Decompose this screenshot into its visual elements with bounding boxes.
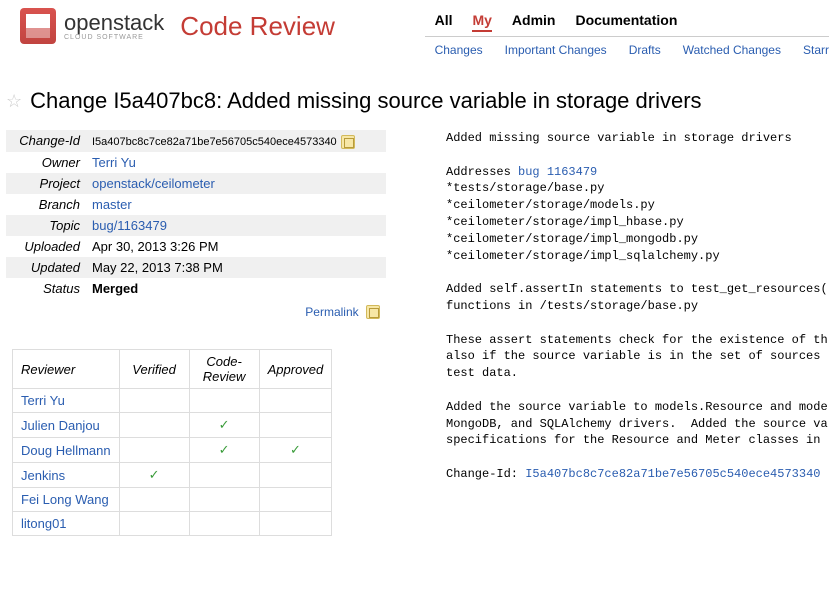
subnav-changes[interactable]: Changes bbox=[435, 43, 483, 57]
value-branch[interactable]: master bbox=[92, 197, 132, 212]
col-verified: Verified bbox=[119, 350, 189, 389]
change-metadata-table: Change-Id I5a407bc8c7ce82a71be7e56705c54… bbox=[6, 130, 386, 299]
nav-all[interactable]: All bbox=[435, 12, 453, 32]
commit-line: MongoDB, and SQLAlchemy drivers. Added t… bbox=[446, 417, 828, 431]
col-approved: Approved bbox=[259, 350, 332, 389]
reviewer-row: Fei Long Wang bbox=[13, 488, 332, 512]
commit-line: *tests/storage/base.py bbox=[446, 181, 604, 195]
label-change-id: Change-Id bbox=[6, 130, 86, 152]
approved-cell bbox=[259, 413, 332, 438]
verified-cell bbox=[119, 512, 189, 536]
value-uploaded: Apr 30, 2013 3:26 PM bbox=[86, 236, 386, 257]
commit-line: *ceilometer/storage/models.py bbox=[446, 198, 655, 212]
review-cell bbox=[189, 512, 259, 536]
commit-line: Addresses bbox=[446, 165, 518, 179]
reviewer-row: litong01 bbox=[13, 512, 332, 536]
reviewer-name[interactable]: Jenkins bbox=[21, 468, 65, 483]
commit-line: Added self.assertIn statements to test_g… bbox=[446, 282, 828, 296]
commit-line: specifications for the Resource and Mete… bbox=[446, 433, 828, 447]
brand-subtitle: CLOUD SOFTWARE bbox=[64, 34, 164, 41]
commit-line: functions in /tests/storage/base.py bbox=[446, 299, 698, 313]
nav-top: All My Admin Documentation bbox=[425, 12, 829, 36]
label-topic: Topic bbox=[6, 215, 86, 236]
reviewer-name[interactable]: Doug Hellmann bbox=[21, 443, 111, 458]
approved-cell: ✓ bbox=[259, 438, 332, 463]
commit-line: *ceilometer/storage/impl_mongodb.py bbox=[446, 232, 698, 246]
value-owner[interactable]: Terri Yu bbox=[92, 155, 136, 170]
review-cell bbox=[189, 463, 259, 488]
page-title: Change I5a407bc8: Added missing source v… bbox=[30, 88, 701, 114]
review-cell: ✓ bbox=[189, 438, 259, 463]
col-reviewer: Reviewer bbox=[13, 350, 120, 389]
commit-line: Added missing source variable in storage… bbox=[446, 131, 792, 145]
subnav-watched-changes[interactable]: Watched Changes bbox=[683, 43, 781, 57]
reviewer-name[interactable]: Julien Danjou bbox=[21, 418, 100, 433]
reviewer-name[interactable]: litong01 bbox=[21, 516, 67, 531]
label-uploaded: Uploaded bbox=[6, 236, 86, 257]
commit-line: also if the source variable is in the se… bbox=[446, 349, 828, 363]
subnav-drafts[interactable]: Drafts bbox=[629, 43, 661, 57]
copy-icon[interactable] bbox=[341, 135, 355, 149]
commit-line: Added the source variable to models.Reso… bbox=[446, 400, 828, 414]
bug-link[interactable]: bug 1163479 bbox=[518, 165, 597, 179]
reviewer-row: Julien Danjou ✓ bbox=[13, 413, 332, 438]
reviewer-name[interactable]: Terri Yu bbox=[21, 393, 65, 408]
nav-my[interactable]: My bbox=[472, 12, 491, 32]
star-icon[interactable]: ☆ bbox=[6, 91, 22, 112]
value-status: Merged bbox=[86, 278, 386, 299]
nav-documentation[interactable]: Documentation bbox=[575, 12, 677, 32]
subnav-starred[interactable]: Starr bbox=[803, 43, 829, 57]
value-project[interactable]: openstack/ceilometer bbox=[92, 176, 215, 191]
review-cell: ✓ bbox=[189, 413, 259, 438]
commit-message: Added missing source variable in storage… bbox=[446, 130, 828, 536]
commit-line: test data. bbox=[446, 366, 518, 380]
reviewer-row: Terri Yu bbox=[13, 389, 332, 413]
commit-line: These assert statements check for the ex… bbox=[446, 333, 828, 347]
verified-cell bbox=[119, 389, 189, 413]
subnav-important-changes[interactable]: Important Changes bbox=[505, 43, 607, 57]
label-project: Project bbox=[6, 173, 86, 194]
reviewer-row: Doug Hellmann ✓ ✓ bbox=[13, 438, 332, 463]
copy-icon[interactable] bbox=[366, 305, 380, 319]
review-cell bbox=[189, 488, 259, 512]
reviewers-table: Reviewer Verified Code-Review Approved T… bbox=[12, 349, 332, 536]
approved-cell bbox=[259, 512, 332, 536]
label-owner: Owner bbox=[6, 152, 86, 173]
permalink-link[interactable]: Permalink bbox=[305, 305, 358, 319]
col-code-review: Code-Review bbox=[189, 350, 259, 389]
app-title: Code Review bbox=[180, 11, 335, 42]
review-cell bbox=[189, 389, 259, 413]
nav-admin[interactable]: Admin bbox=[512, 12, 556, 32]
commit-line: *ceilometer/storage/impl_hbase.py bbox=[446, 215, 684, 229]
label-updated: Updated bbox=[6, 257, 86, 278]
verified-cell: ✓ bbox=[119, 463, 189, 488]
commit-line: Change-Id: bbox=[446, 467, 525, 481]
value-change-id: I5a407bc8c7ce82a71be7e56705c540ece457334… bbox=[92, 136, 337, 148]
nav-sub: Changes Important Changes Drafts Watched… bbox=[425, 36, 829, 57]
verified-cell bbox=[119, 438, 189, 463]
label-branch: Branch bbox=[6, 194, 86, 215]
value-updated: May 22, 2013 7:38 PM bbox=[86, 257, 386, 278]
label-status: Status bbox=[6, 278, 86, 299]
approved-cell bbox=[259, 488, 332, 512]
reviewer-row: Jenkins ✓ bbox=[13, 463, 332, 488]
logo-area[interactable]: openstack CLOUD SOFTWARE Code Review bbox=[20, 8, 335, 44]
approved-cell bbox=[259, 463, 332, 488]
change-id-link[interactable]: I5a407bc8c7ce82a71be7e56705c540ece457334… bbox=[525, 467, 820, 481]
reviewer-name[interactable]: Fei Long Wang bbox=[21, 492, 109, 507]
verified-cell bbox=[119, 488, 189, 512]
approved-cell bbox=[259, 389, 332, 413]
commit-line: *ceilometer/storage/impl_sqlalchemy.py bbox=[446, 249, 720, 263]
brand-name: openstack bbox=[64, 12, 164, 34]
verified-cell bbox=[119, 413, 189, 438]
openstack-logo-icon bbox=[20, 8, 56, 44]
value-topic[interactable]: bug/1163479 bbox=[92, 218, 167, 233]
